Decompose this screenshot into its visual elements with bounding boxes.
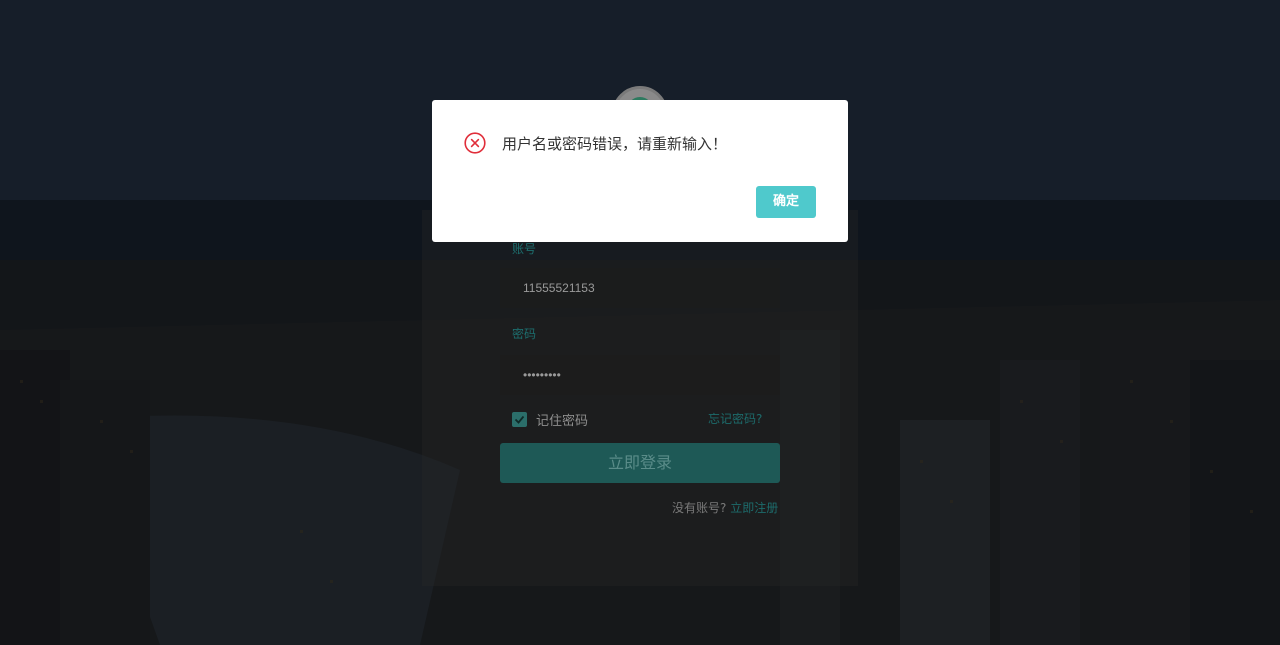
- remember-checkbox[interactable]: [512, 412, 527, 427]
- no-account-text: 没有账号?: [672, 501, 727, 515]
- ok-button[interactable]: 确定: [756, 186, 816, 218]
- login-page: 账号 11555521153 密码 ••••••••• 记住密码 忘记密码? 立…: [0, 0, 1280, 645]
- forgot-password-link[interactable]: 忘记密码?: [708, 410, 762, 427]
- password-input[interactable]: •••••••••: [500, 355, 780, 395]
- account-input[interactable]: 11555521153: [500, 268, 780, 308]
- register-link[interactable]: 立即注册: [730, 501, 778, 515]
- no-account-row: 没有账号? 立即注册: [672, 499, 778, 516]
- account-label: 账号: [512, 242, 537, 256]
- remember-label: 记住密码: [536, 414, 589, 429]
- login-card: [422, 210, 858, 586]
- login-button[interactable]: 立即登录: [500, 443, 780, 483]
- error-dialog: 用户名或密码错误，请重新输入！ 确定: [432, 100, 848, 242]
- password-label: 密码: [512, 327, 537, 341]
- dialog-message: 用户名或密码错误，请重新输入！: [502, 135, 728, 153]
- check-icon: [514, 415, 525, 424]
- error-circle-icon: [464, 132, 486, 154]
